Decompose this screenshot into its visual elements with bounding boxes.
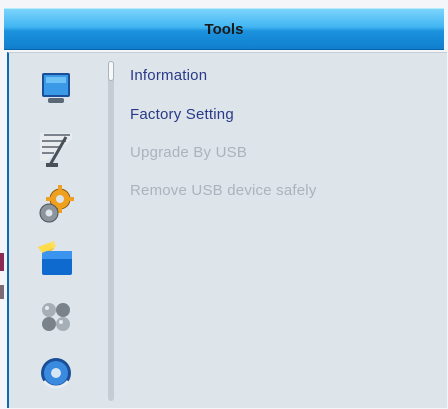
menu-item-upgrade-by-usb: Upgrade By USB	[130, 144, 248, 161]
media-disc-icon[interactable]	[34, 351, 78, 395]
tools-screen: Tools Information Factory Setting Upgrad…	[0, 0, 448, 409]
category-sidebar	[9, 53, 105, 408]
menu-item-factory-setting[interactable]: Factory Setting	[130, 106, 234, 123]
satellite-dish-icon[interactable]	[34, 127, 78, 171]
edge-marker	[0, 253, 4, 271]
dots-cluster-icon[interactable]	[34, 295, 78, 339]
content-panel: Information Factory Setting Upgrade By U…	[7, 52, 447, 408]
scrollbar-thumb[interactable]	[108, 61, 114, 81]
menu-item-remove-usb: Remove USB device safely	[130, 182, 317, 199]
title-bar: Tools	[4, 8, 444, 50]
gear-icon[interactable]	[34, 183, 78, 227]
edge-marker	[0, 285, 4, 299]
monitor-icon[interactable]	[34, 67, 78, 111]
menu-scrollbar[interactable]	[108, 61, 114, 401]
folder-icon[interactable]	[34, 237, 78, 281]
left-edge	[0, 52, 7, 407]
menu-item-information[interactable]: Information	[130, 67, 207, 84]
screen-title: Tools	[204, 20, 244, 38]
